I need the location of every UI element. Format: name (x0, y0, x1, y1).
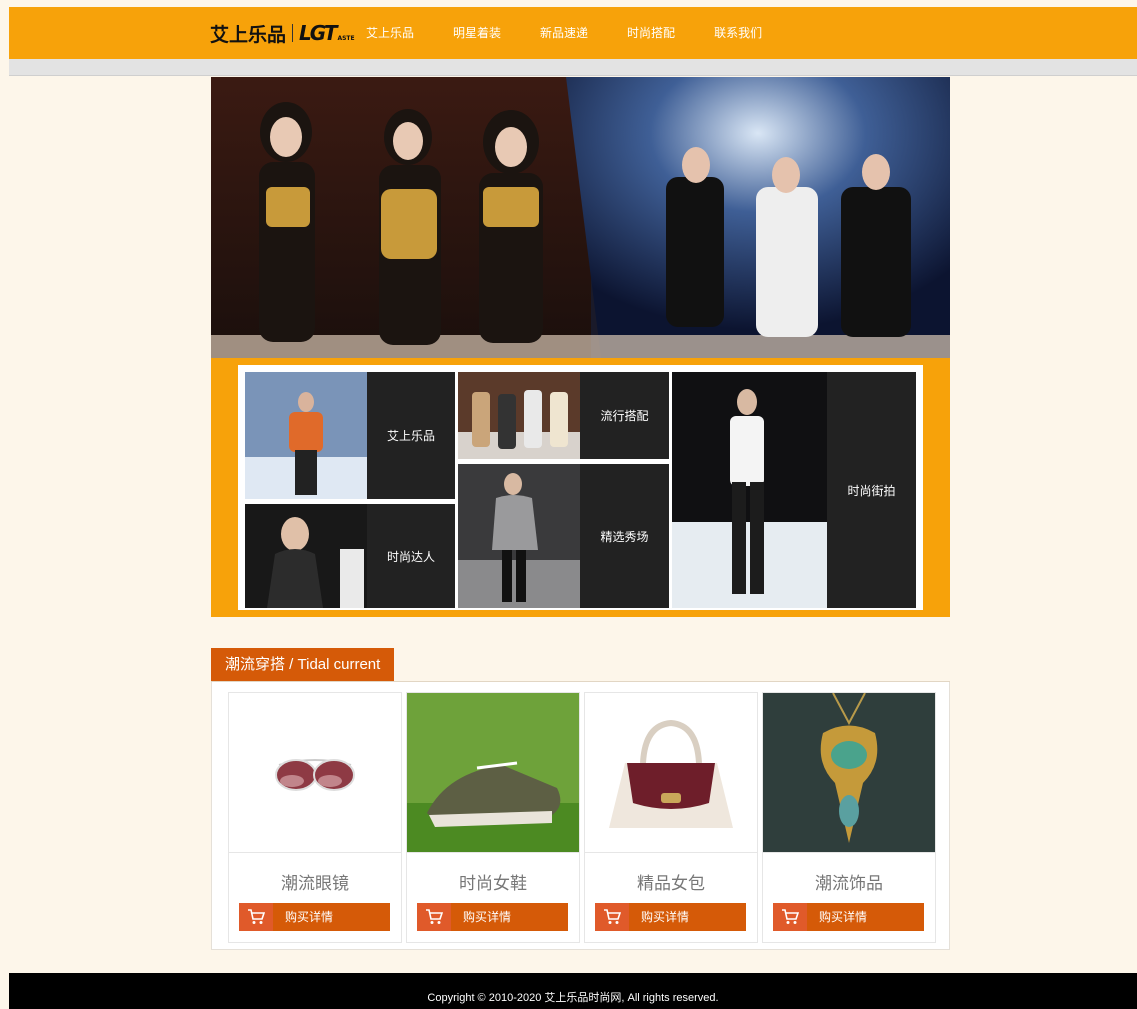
gallery-caption: 时尚达人 (386, 549, 435, 564)
cart-icon (773, 903, 807, 931)
product-name: 精品女包 (637, 874, 705, 894)
cart-icon (595, 903, 629, 931)
gallery-caption: 流行搭配 (600, 409, 649, 423)
gallery-tile-runway-select[interactable]: 精选秀场 (458, 464, 669, 608)
buy-details-button[interactable]: 购买详情 (239, 903, 390, 931)
site-footer: Copyright © 2010-2020 艾上乐品时尚网, All right… (9, 973, 1137, 1009)
nav-item-fashion-match[interactable]: 时尚搭配 (627, 7, 675, 59)
gallery-tile-trend-match[interactable]: 流行搭配 (458, 372, 669, 459)
product-name: 时尚女鞋 (459, 874, 527, 894)
runway-photo (245, 372, 367, 499)
gallery-tile-aishang[interactable]: 艾上乐品 (245, 372, 455, 499)
gallery-caption: 艾上乐品 (386, 429, 435, 443)
gallery-grid: 艾上乐品 流行搭配 时尚街拍 时尚达人 精选秀场 (238, 365, 923, 610)
product-card[interactable]: 时尚女鞋 购买详情 (406, 692, 580, 943)
product-card[interactable]: 潮流饰品 购买详情 (762, 692, 936, 943)
logo-english: LGT ASTE (299, 21, 355, 45)
logo-chinese: 艾上乐品 (210, 23, 287, 46)
section-title: 潮流穿搭 / Tidal current (211, 648, 395, 681)
gallery-section: 艾上乐品 流行搭配 时尚街拍 时尚达人 精选秀场 (211, 358, 950, 617)
product-image-sneaker (407, 693, 579, 853)
gallery-caption: 时尚街拍 (847, 483, 896, 498)
product-card[interactable]: 精品女包 购买详情 (584, 692, 758, 943)
nav-item-home[interactable]: 艾上乐品 (366, 7, 414, 59)
buy-label: 购买详情 (463, 910, 512, 924)
cart-icon (239, 903, 273, 931)
top-nav-bar: 艾上乐品 LGT ASTE 艾上乐品 明星着装 新品速递 时尚搭配 联系我们 (9, 7, 1137, 59)
buy-details-button[interactable]: 购买详情 (773, 903, 924, 931)
buy-details-button[interactable]: 购买详情 (595, 903, 746, 931)
buy-label: 购买详情 (819, 910, 868, 924)
nav-item-contact[interactable]: 联系我们 (714, 7, 762, 59)
copyright-text: Copyright © 2010-2020 艾上乐品时尚网, All right… (427, 992, 719, 1004)
product-image-handbag (585, 693, 757, 853)
product-name: 潮流眼镜 (281, 874, 349, 894)
gallery-tile-fashion-icon[interactable]: 时尚达人 (245, 504, 455, 608)
main-nav: 艾上乐品 明星着装 新品速递 时尚搭配 联系我们 (366, 7, 801, 59)
runway-photo (672, 372, 827, 608)
site-logo[interactable]: 艾上乐品 LGT ASTE (210, 21, 355, 46)
product-image-pendant (763, 693, 935, 853)
nav-item-new-arrivals[interactable]: 新品速递 (540, 7, 588, 59)
cart-icon (417, 903, 451, 931)
portrait-photo (245, 504, 367, 608)
sub-bar (9, 59, 1137, 76)
logo-divider (292, 24, 294, 42)
runway-photo (458, 464, 580, 608)
buy-details-button[interactable]: 购买详情 (417, 903, 568, 931)
nav-item-star-outfits[interactable]: 明星着装 (453, 7, 501, 59)
gallery-caption: 精选秀场 (600, 529, 649, 544)
hero-banner (211, 77, 950, 358)
gallery-tile-street-snap[interactable]: 时尚街拍 (672, 372, 916, 608)
product-name: 潮流饰品 (815, 874, 883, 894)
product-list: 潮流眼镜 购买详情 时尚女鞋 购买详情 精品女包 购买详情 潮流饰品 购买详情 (211, 682, 950, 950)
buy-label: 购买详情 (285, 910, 334, 924)
runway-photo (458, 372, 580, 459)
product-image-sunglasses (229, 693, 401, 853)
buy-label: 购买详情 (641, 910, 690, 924)
product-card[interactable]: 潮流眼镜 购买详情 (228, 692, 402, 943)
